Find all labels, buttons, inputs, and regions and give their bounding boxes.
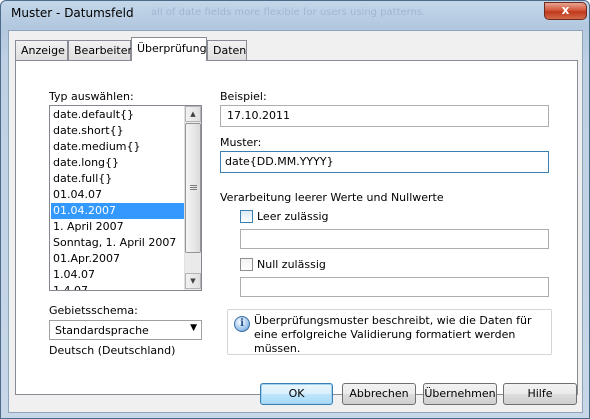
list-item[interactable]: 1.4.07 bbox=[51, 283, 184, 290]
list-item[interactable]: 1. April 2007 bbox=[51, 219, 184, 235]
empty-null-heading: Verarbeitung leerer Werte und Nullwerte bbox=[220, 191, 444, 204]
list-item-selected[interactable]: 01.04.2007 bbox=[51, 203, 184, 219]
title-bar[interactable]: Muster - Datumsfeld all of date fields m… bbox=[1, 1, 589, 29]
example-label: Beispiel: bbox=[220, 90, 267, 103]
grip-line bbox=[190, 185, 197, 186]
example-field: 17.10.2011 bbox=[220, 105, 549, 127]
dialog-window: Muster - Datumsfeld all of date fields m… bbox=[0, 0, 590, 419]
empty-allowed-label: Leer zulässig bbox=[257, 210, 329, 223]
scroll-thumb[interactable] bbox=[185, 123, 201, 253]
info-icon: i bbox=[234, 316, 250, 332]
tab-label: Daten bbox=[213, 44, 247, 57]
tab-label: Bearbeiten bbox=[74, 44, 135, 57]
apply-button[interactable]: Übernehmen bbox=[423, 383, 497, 405]
tab-label: Überprüfung bbox=[137, 42, 207, 55]
empty-allowed-checkbox[interactable] bbox=[240, 210, 253, 223]
chevron-down-icon: ▼ bbox=[190, 323, 197, 333]
tab-ueberpruefung[interactable]: Überprüfung bbox=[131, 37, 207, 61]
list-item[interactable]: date.long{} bbox=[51, 155, 184, 171]
null-allowed-label: Null zulässig bbox=[257, 258, 326, 271]
list-item[interactable]: 01.04.07 bbox=[51, 187, 184, 203]
null-value-input[interactable] bbox=[240, 277, 549, 297]
example-value: 17.10.2011 bbox=[227, 109, 290, 122]
close-icon: x bbox=[561, 3, 570, 17]
type-listbox[interactable]: date.default{} date.short{} date.medium{… bbox=[49, 105, 202, 291]
locale-dropdown[interactable]: Standardsprache ▼ bbox=[49, 320, 202, 340]
pattern-label: Muster: bbox=[220, 136, 262, 149]
scroll-up-icon[interactable]: ▲ bbox=[185, 106, 201, 122]
list-item[interactable]: 1.04.07 bbox=[51, 267, 184, 283]
tab-label: Anzeige bbox=[21, 44, 65, 57]
type-select-label: Typ auswählen: bbox=[49, 90, 134, 103]
ok-button[interactable]: OK bbox=[260, 383, 333, 405]
list-item[interactable]: date.full{} bbox=[51, 171, 184, 187]
empty-value-input[interactable] bbox=[240, 229, 549, 249]
grip-line bbox=[190, 189, 197, 190]
null-allowed-checkbox[interactable] bbox=[240, 258, 253, 271]
list-item[interactable]: date.medium{} bbox=[51, 139, 184, 155]
list-item[interactable]: date.default{} bbox=[51, 107, 184, 123]
background-window-text: all of date fields more flexible for use… bbox=[151, 7, 426, 18]
list-item[interactable]: date.short{} bbox=[51, 123, 184, 139]
list-item[interactable]: 01.Apr.2007 bbox=[51, 251, 184, 267]
list-item[interactable]: Sonntag, 1. April 2007 bbox=[51, 235, 184, 251]
pattern-input[interactable]: date{DD.MM.YYYY} bbox=[220, 151, 549, 173]
locale-label: Gebietsschema: bbox=[49, 304, 138, 317]
grip-line bbox=[190, 187, 197, 188]
tab-anzeige[interactable]: Anzeige bbox=[15, 40, 68, 60]
scroll-down-icon[interactable]: ▼ bbox=[185, 273, 201, 289]
tab-daten[interactable]: Daten bbox=[207, 40, 247, 60]
pattern-value: date{DD.MM.YYYY} bbox=[225, 155, 334, 168]
tab-panel: Typ auswählen: date.default{} date.short… bbox=[15, 60, 578, 395]
help-button[interactable]: Hilfe bbox=[503, 383, 577, 405]
tab-bearbeiten[interactable]: Bearbeiten bbox=[68, 40, 135, 60]
cancel-button[interactable]: Abbrechen bbox=[342, 383, 416, 405]
close-button[interactable]: x bbox=[544, 2, 587, 20]
locale-description: Deutsch (Deutschland) bbox=[49, 344, 176, 357]
window-title: Muster - Datumsfeld bbox=[11, 6, 134, 20]
dialog-client: Anzeige Bearbeiten Überprüfung Daten Typ… bbox=[8, 30, 583, 413]
listbox-scrollbar[interactable]: ▲ ▼ bbox=[184, 106, 201, 290]
info-box: i Überprüfungsmuster beschreibt, wie die… bbox=[227, 309, 552, 355]
info-text: Überprüfungsmuster beschreibt, wie die D… bbox=[254, 314, 532, 355]
locale-value: Standardsprache bbox=[55, 324, 149, 337]
